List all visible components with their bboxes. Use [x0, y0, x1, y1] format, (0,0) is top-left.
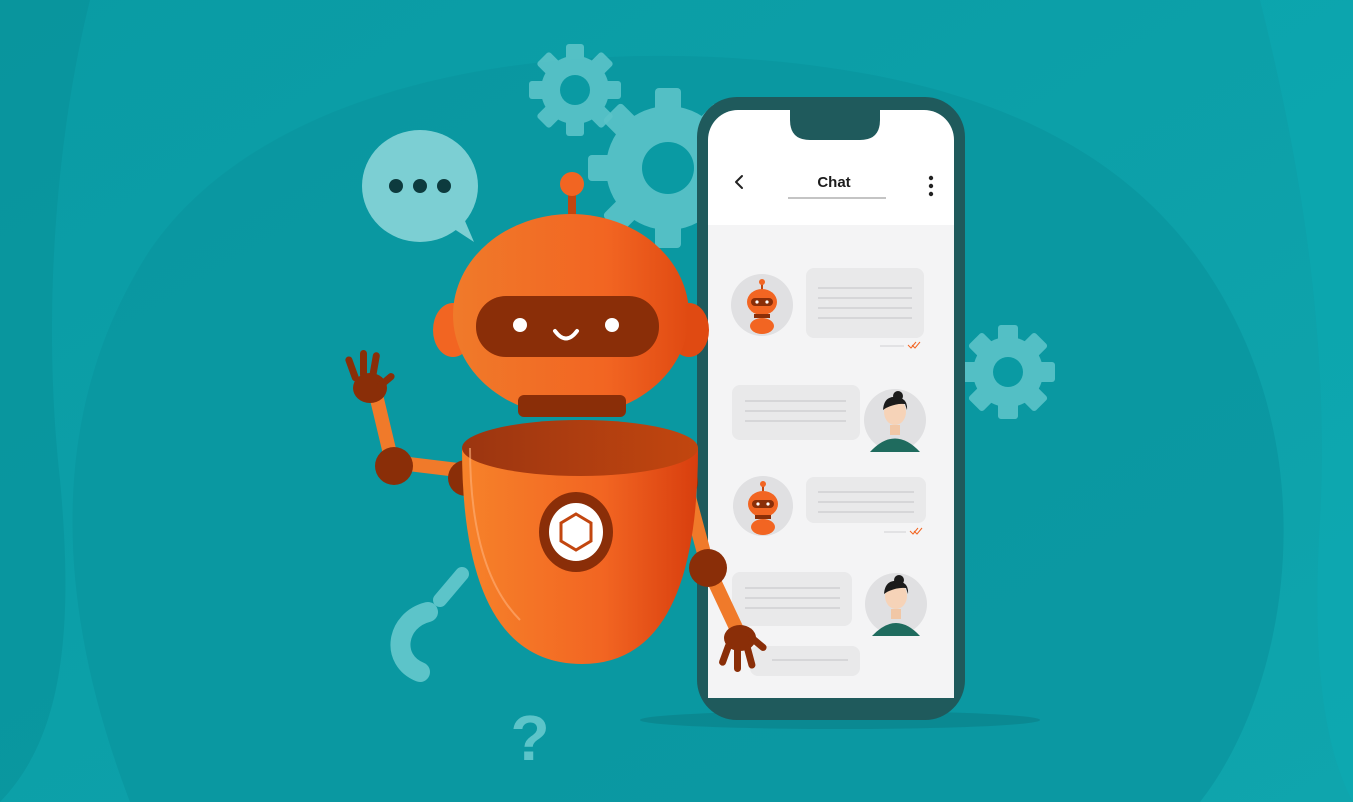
robot-eye-right [605, 318, 619, 332]
chat-message-bot [750, 646, 860, 676]
message-bubble [732, 385, 860, 440]
illustration-scene: ? Chat [0, 0, 1353, 802]
robot-neck [518, 395, 626, 417]
robot-collar [462, 420, 698, 476]
phone-notch [790, 100, 880, 140]
question-mark-icon: ? [510, 702, 549, 774]
message-bubble [806, 477, 926, 523]
robot-visor [476, 296, 659, 357]
message-bubble [806, 268, 924, 338]
chatbot-illustration: ? Chat [0, 0, 1353, 802]
gear-icon [961, 325, 1055, 419]
message-bubble [750, 646, 860, 676]
dot-icon [413, 179, 427, 193]
robot-chest-emblem [539, 492, 613, 572]
dot-icon [437, 179, 451, 193]
message-bubble [732, 572, 852, 626]
typing-speech-bubble [362, 130, 478, 242]
chat-title: Chat [817, 174, 850, 191]
dot-icon [389, 179, 403, 193]
more-options-icon[interactable] [928, 175, 934, 197]
robot-eye-left [513, 318, 527, 332]
